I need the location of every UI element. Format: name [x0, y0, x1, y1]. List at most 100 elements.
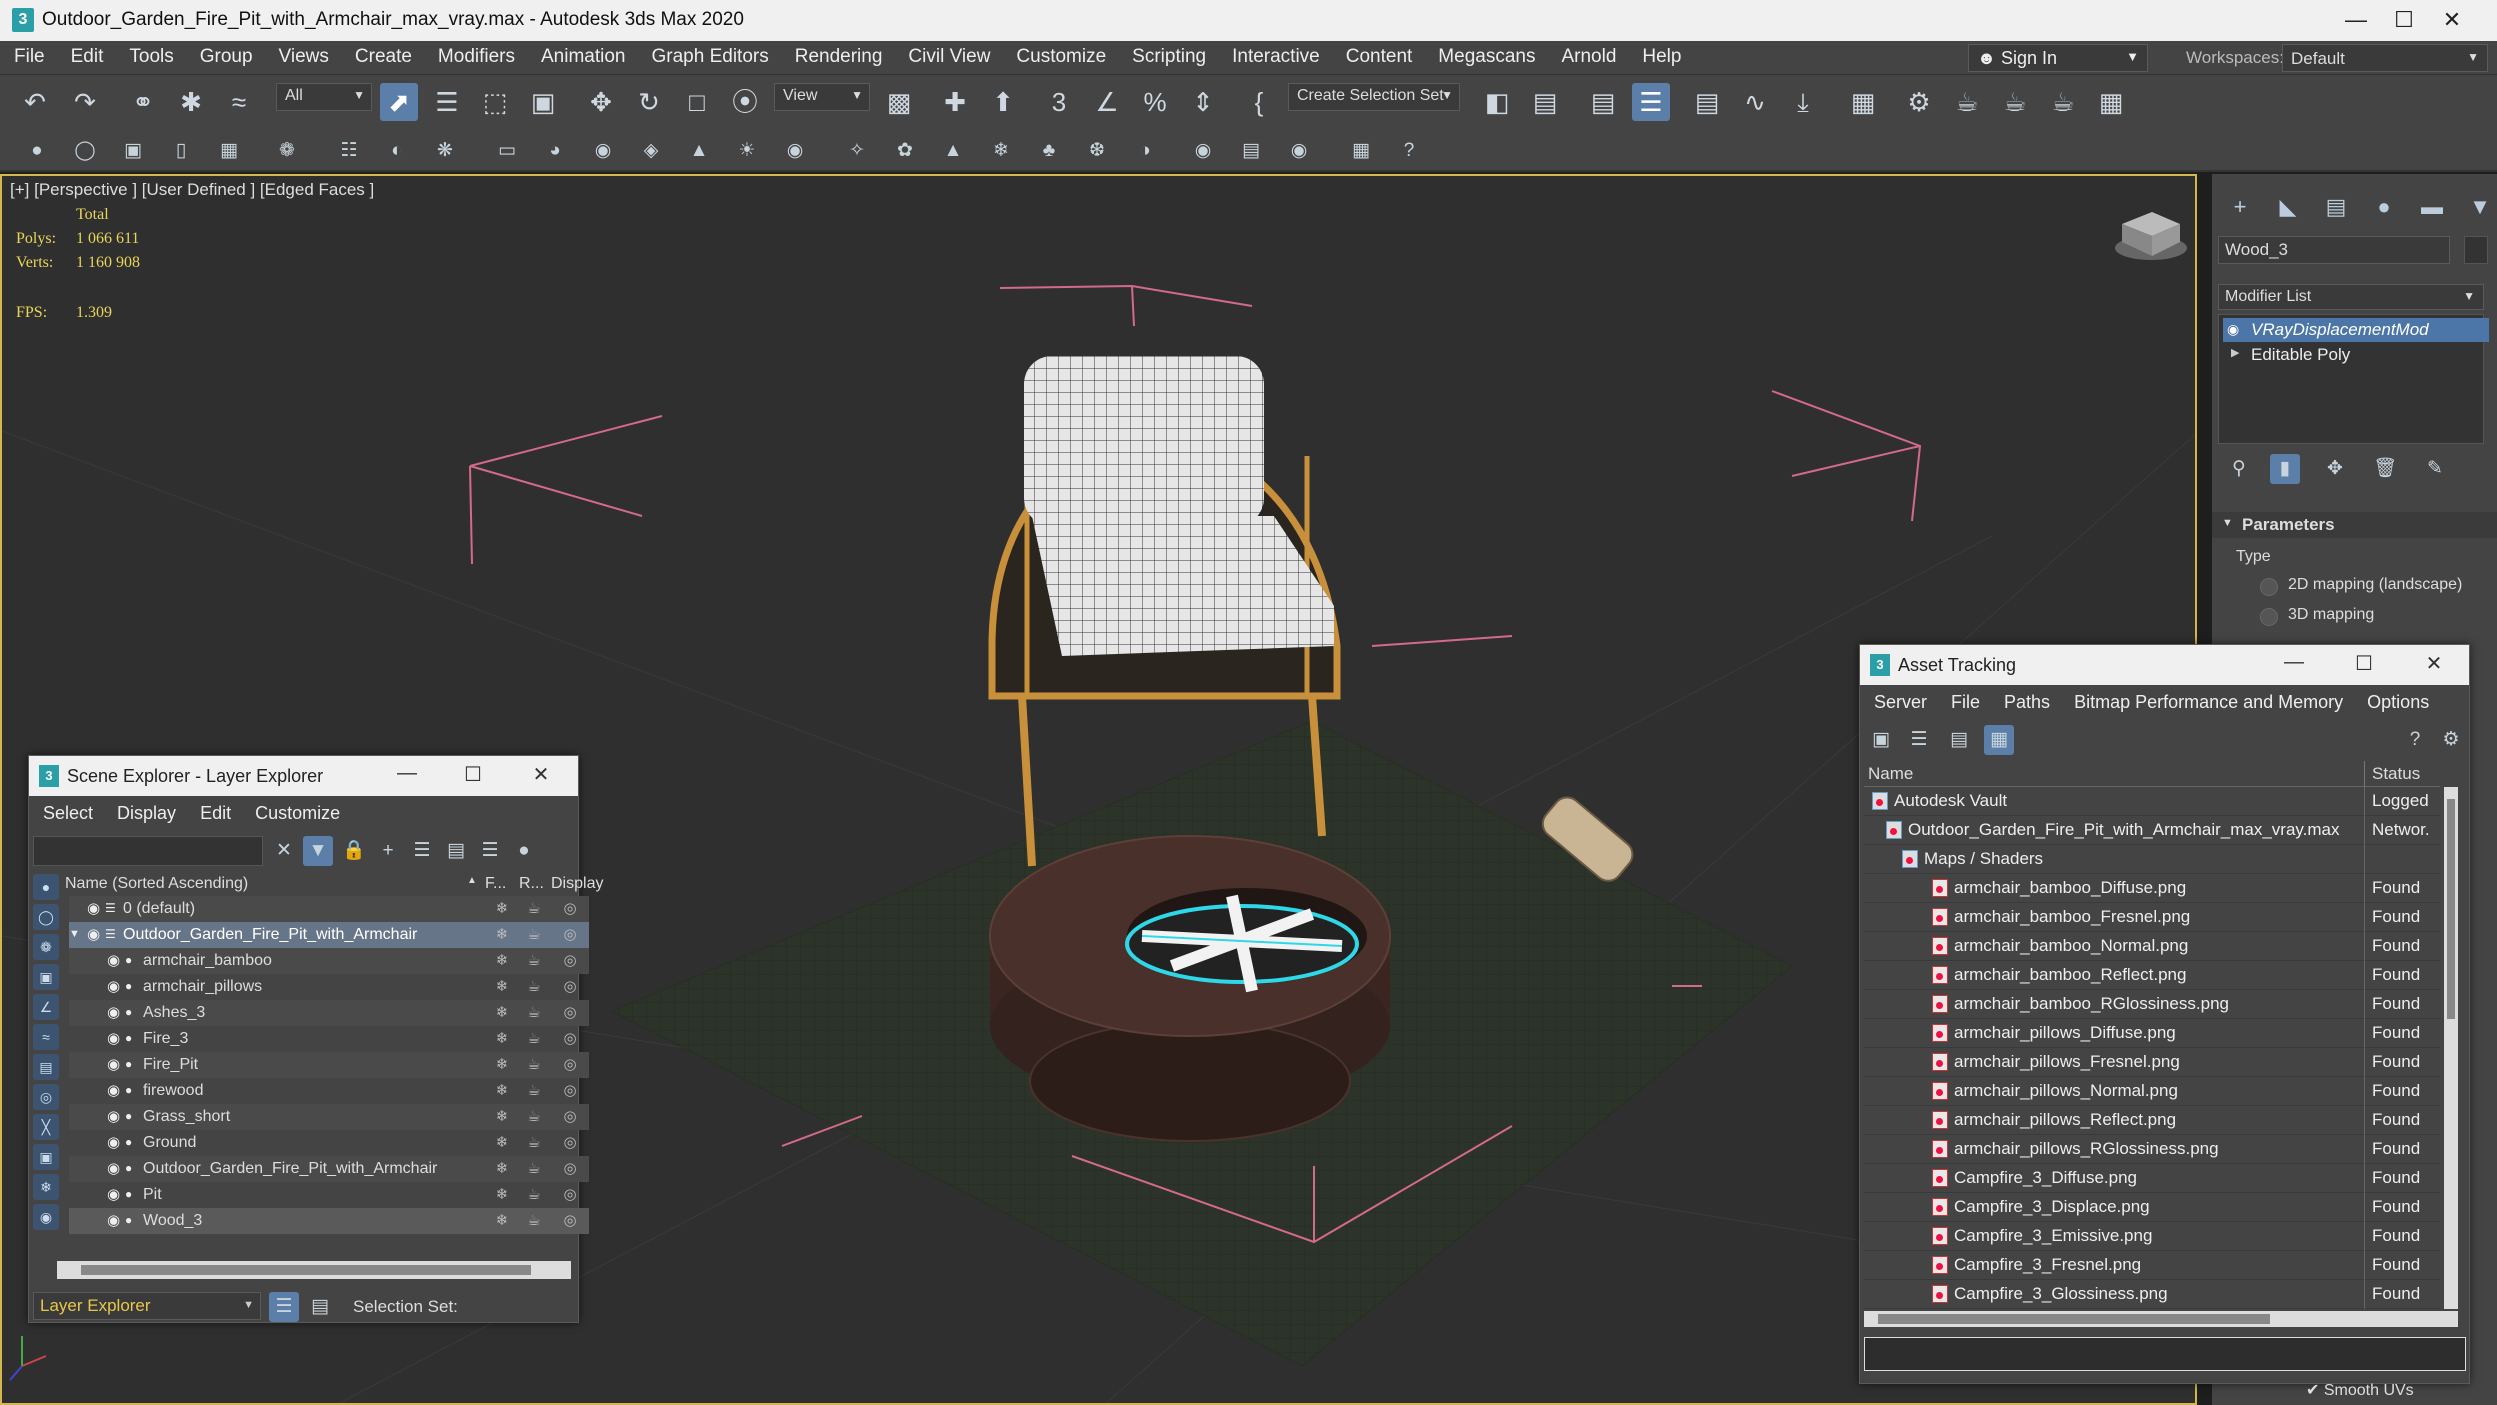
- object-row[interactable]: ◉ ● armchair_pillows ❄ ☕ ◎: [69, 974, 589, 1000]
- menu-group[interactable]: Group: [186, 41, 265, 75]
- display-toggle-icon[interactable]: ◎: [555, 1185, 585, 1203]
- menu-interactive[interactable]: Interactive: [1218, 41, 1332, 75]
- asset-tracking-titlebar[interactable]: 3 Asset Tracking — ☐ ✕: [1860, 645, 2469, 685]
- vray-plane-icon[interactable]: ▭: [492, 136, 522, 166]
- freeze-toggle-icon[interactable]: ❄: [487, 899, 517, 917]
- freeze-toggle-icon[interactable]: ❄: [487, 1107, 517, 1125]
- bind-space-warp-icon[interactable]: ≈: [220, 83, 258, 121]
- at-menu-server[interactable]: Server: [1860, 685, 1937, 719]
- object-row[interactable]: ◉ ● Grass_short ❄ ☕ ◎: [69, 1104, 589, 1130]
- stack-icon[interactable]: ☰: [475, 836, 505, 866]
- layer-row[interactable]: ▼ ◉ ☰ Outdoor_Garden_Fire_Pit_with_Armchair…: [69, 922, 589, 948]
- asset-row[interactable]: armchair_bamboo_Reflect.png Found: [1864, 961, 2440, 990]
- layer-mode-icon[interactable]: ☰: [269, 1292, 299, 1322]
- display-groups-icon[interactable]: ▤: [33, 1054, 59, 1080]
- modifier-list-dropdown[interactable]: Modifier List ▼: [2218, 284, 2484, 310]
- fur-icon[interactable]: ✧: [842, 136, 872, 166]
- pivot-center-icon[interactable]: ▩: [880, 83, 918, 121]
- scene-explorer-titlebar[interactable]: 3 Scene Explorer - Layer Explorer — ☐ ✕: [29, 756, 578, 796]
- object-row[interactable]: ◉ ● Fire_Pit ❄ ☕ ◎: [69, 1052, 589, 1078]
- scene-explorer-icon[interactable]: ▤: [1584, 83, 1622, 121]
- maximize-button[interactable]: ☐: [2344, 651, 2384, 679]
- modifier-vray-displacement[interactable]: VRayDisplacementMod: [2223, 318, 2489, 342]
- at-menu-options[interactable]: Options: [2353, 685, 2439, 719]
- angle-snap-icon[interactable]: ∠: [1088, 83, 1126, 121]
- column-freeze-header[interactable]: F...: [485, 875, 506, 893]
- export-icon[interactable]: ▦: [1346, 136, 1376, 166]
- keyboard-shortcut-override-icon[interactable]: ⬆: [984, 83, 1022, 121]
- display-toggle-icon[interactable]: ◎: [555, 1133, 585, 1151]
- visibility-eye-icon[interactable]: ◉: [107, 1081, 120, 1099]
- menu-rendering[interactable]: Rendering: [781, 41, 895, 75]
- horizontal-scrollbar[interactable]: [1864, 1311, 2458, 1327]
- freeze-toggle-icon[interactable]: ❄: [487, 1133, 517, 1151]
- minimize-button[interactable]: —: [2274, 651, 2314, 679]
- curve-editor-icon[interactable]: ∿: [1736, 83, 1774, 121]
- workspaces-dropdown[interactable]: Default ▼: [2282, 44, 2488, 72]
- object-name-field[interactable]: Wood_3: [2218, 236, 2450, 264]
- display-toggle-icon[interactable]: ◎: [555, 899, 585, 917]
- box-icon[interactable]: ▣: [118, 136, 148, 166]
- camera-icon[interactable]: ☷: [334, 136, 364, 166]
- show-end-result-icon[interactable]: ▮: [2270, 454, 2300, 484]
- asset-row[interactable]: Campfire_3_Emissive.png Found: [1864, 1222, 2440, 1251]
- create-tab-icon[interactable]: +: [2222, 194, 2258, 224]
- percent-snap-icon[interactable]: %: [1136, 83, 1174, 121]
- parameters-rollout[interactable]: ▼ Parameters: [2212, 512, 2497, 538]
- object-row[interactable]: ◉ ● Fire_3 ❄ ☕ ◎: [69, 1026, 589, 1052]
- modify-tab-icon[interactable]: ◣: [2270, 194, 2306, 224]
- object-color-swatch[interactable]: [2464, 236, 2488, 264]
- pin-stack-icon[interactable]: ⚲: [2224, 454, 2254, 484]
- cone-light-icon[interactable]: ▲: [684, 136, 714, 166]
- visibility-eye-icon[interactable]: ◉: [107, 1029, 120, 1047]
- se-menu-select[interactable]: Select: [29, 796, 103, 830]
- selection-filter-dropdown[interactable]: All ▼: [276, 83, 372, 111]
- display-xrefs-icon[interactable]: ◎: [33, 1084, 59, 1110]
- display-spacewarps-icon[interactable]: ≈: [33, 1024, 59, 1050]
- maximize-button[interactable]: ☐: [453, 762, 493, 790]
- display-objects-icon[interactable]: ●: [33, 874, 59, 900]
- volume-grid-icon[interactable]: ❄: [986, 136, 1016, 166]
- visibility-eye-icon[interactable]: ◉: [87, 899, 100, 917]
- find-field[interactable]: [33, 836, 263, 866]
- menu-views[interactable]: Views: [265, 41, 341, 75]
- sphere-icon[interactable]: ●: [22, 136, 52, 166]
- rectangular-selection-icon[interactable]: ⬚: [476, 83, 514, 121]
- asset-row[interactable]: Campfire_3_Glossiness.png Found: [1864, 1280, 2440, 1309]
- object-row[interactable]: ◉ ● Pit ❄ ☕ ◎: [69, 1182, 589, 1208]
- align-icon[interactable]: ▤: [1526, 83, 1564, 121]
- type-3d-mapping-radio[interactable]: 3D mapping: [2252, 606, 2374, 626]
- column-name-header[interactable]: Name (Sorted Ascending): [65, 875, 248, 893]
- se-menu-edit[interactable]: Edit: [186, 796, 241, 830]
- render-production-icon[interactable]: ☕: [1996, 83, 2034, 121]
- visibility-eye-icon[interactable]: ◉: [107, 1185, 120, 1203]
- ribbon-toggle-icon[interactable]: ▤: [1688, 83, 1726, 121]
- asset-row[interactable]: armchair_bamboo_Normal.png Found: [1864, 932, 2440, 961]
- display-tab-icon[interactable]: ▬: [2414, 194, 2450, 224]
- placement-icon[interactable]: ⦿: [726, 83, 764, 121]
- freeze-toggle-icon[interactable]: ❄: [487, 1159, 517, 1177]
- hierarchy-mode-icon[interactable]: ▤: [305, 1292, 335, 1322]
- maximize-button[interactable]: ☐: [2380, 6, 2428, 36]
- spacewarp-icon[interactable]: ❋: [430, 136, 460, 166]
- render-toggle-icon[interactable]: ☕: [519, 1029, 549, 1047]
- display-toggle-icon[interactable]: ◎: [555, 951, 585, 969]
- menu-modifiers[interactable]: Modifiers: [424, 41, 527, 75]
- menu-graph-editors[interactable]: Graph Editors: [638, 41, 781, 75]
- decal-icon[interactable]: ▲: [938, 136, 968, 166]
- refresh-icon[interactable]: ▣: [1866, 725, 1896, 755]
- helper-icon[interactable]: ◐: [382, 136, 412, 166]
- help-icon[interactable]: ?: [2400, 725, 2430, 755]
- menu-customize[interactable]: Customize: [1002, 41, 1118, 75]
- dope-sheet-icon[interactable]: ⤓: [1784, 83, 1822, 121]
- visibility-eye-icon[interactable]: ◉: [107, 1055, 120, 1073]
- render-toggle-icon[interactable]: ☕: [519, 951, 549, 969]
- freeze-toggle-icon[interactable]: ❄: [487, 1055, 517, 1073]
- filter-icon[interactable]: ▼: [303, 836, 333, 866]
- object-row[interactable]: ◉ ● firewood ❄ ☕ ◎: [69, 1078, 589, 1104]
- render-toggle-icon[interactable]: ☕: [519, 925, 549, 943]
- visibility-eye-icon[interactable]: ◉: [87, 925, 100, 943]
- at-menu-file[interactable]: File: [1937, 685, 1990, 719]
- freeze-toggle-icon[interactable]: ❄: [487, 1003, 517, 1021]
- scale-icon[interactable]: □: [678, 83, 716, 121]
